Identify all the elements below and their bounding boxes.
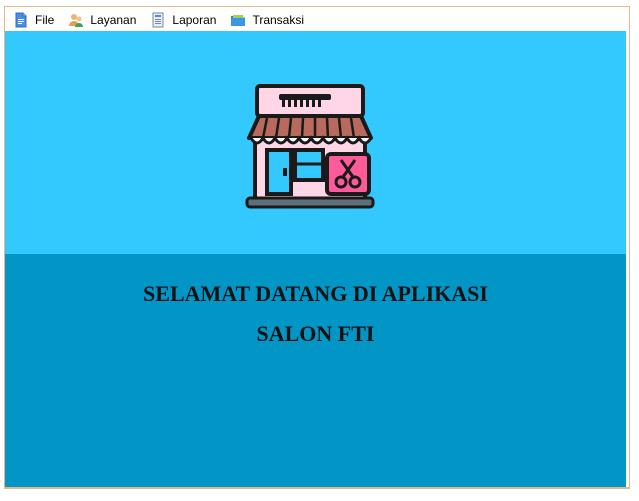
logo-panel — [5, 31, 626, 254]
window-bottom-border — [4, 487, 630, 489]
welcome-subtitle: SALON FTI — [256, 321, 375, 346]
document-icon — [13, 12, 29, 28]
report-icon — [150, 12, 166, 28]
menu-file-label: File — [35, 12, 55, 27]
menu-laporan-label: Laporan — [172, 12, 217, 27]
menu-laporan[interactable]: Laporan — [143, 7, 223, 32]
folder-icon — [230, 12, 246, 28]
welcome-panel: SELAMAT DATANG DI APLIKASI SALON FTI — [5, 254, 626, 487]
menu-transaksi[interactable]: Transaksi — [223, 7, 311, 32]
menu-bar: File Layanan Laporan Transaksi — [5, 7, 629, 32]
menu-file[interactable]: File — [5, 7, 61, 32]
welcome-title: SELAMAT DATANG DI APLIKASI — [143, 281, 488, 306]
menu-layanan[interactable]: Layanan — [61, 7, 143, 32]
salon-store-icon — [245, 84, 375, 210]
menu-transaksi-label: Transaksi — [252, 12, 305, 27]
users-icon — [68, 12, 84, 28]
menu-layanan-label: Layanan — [90, 12, 137, 27]
